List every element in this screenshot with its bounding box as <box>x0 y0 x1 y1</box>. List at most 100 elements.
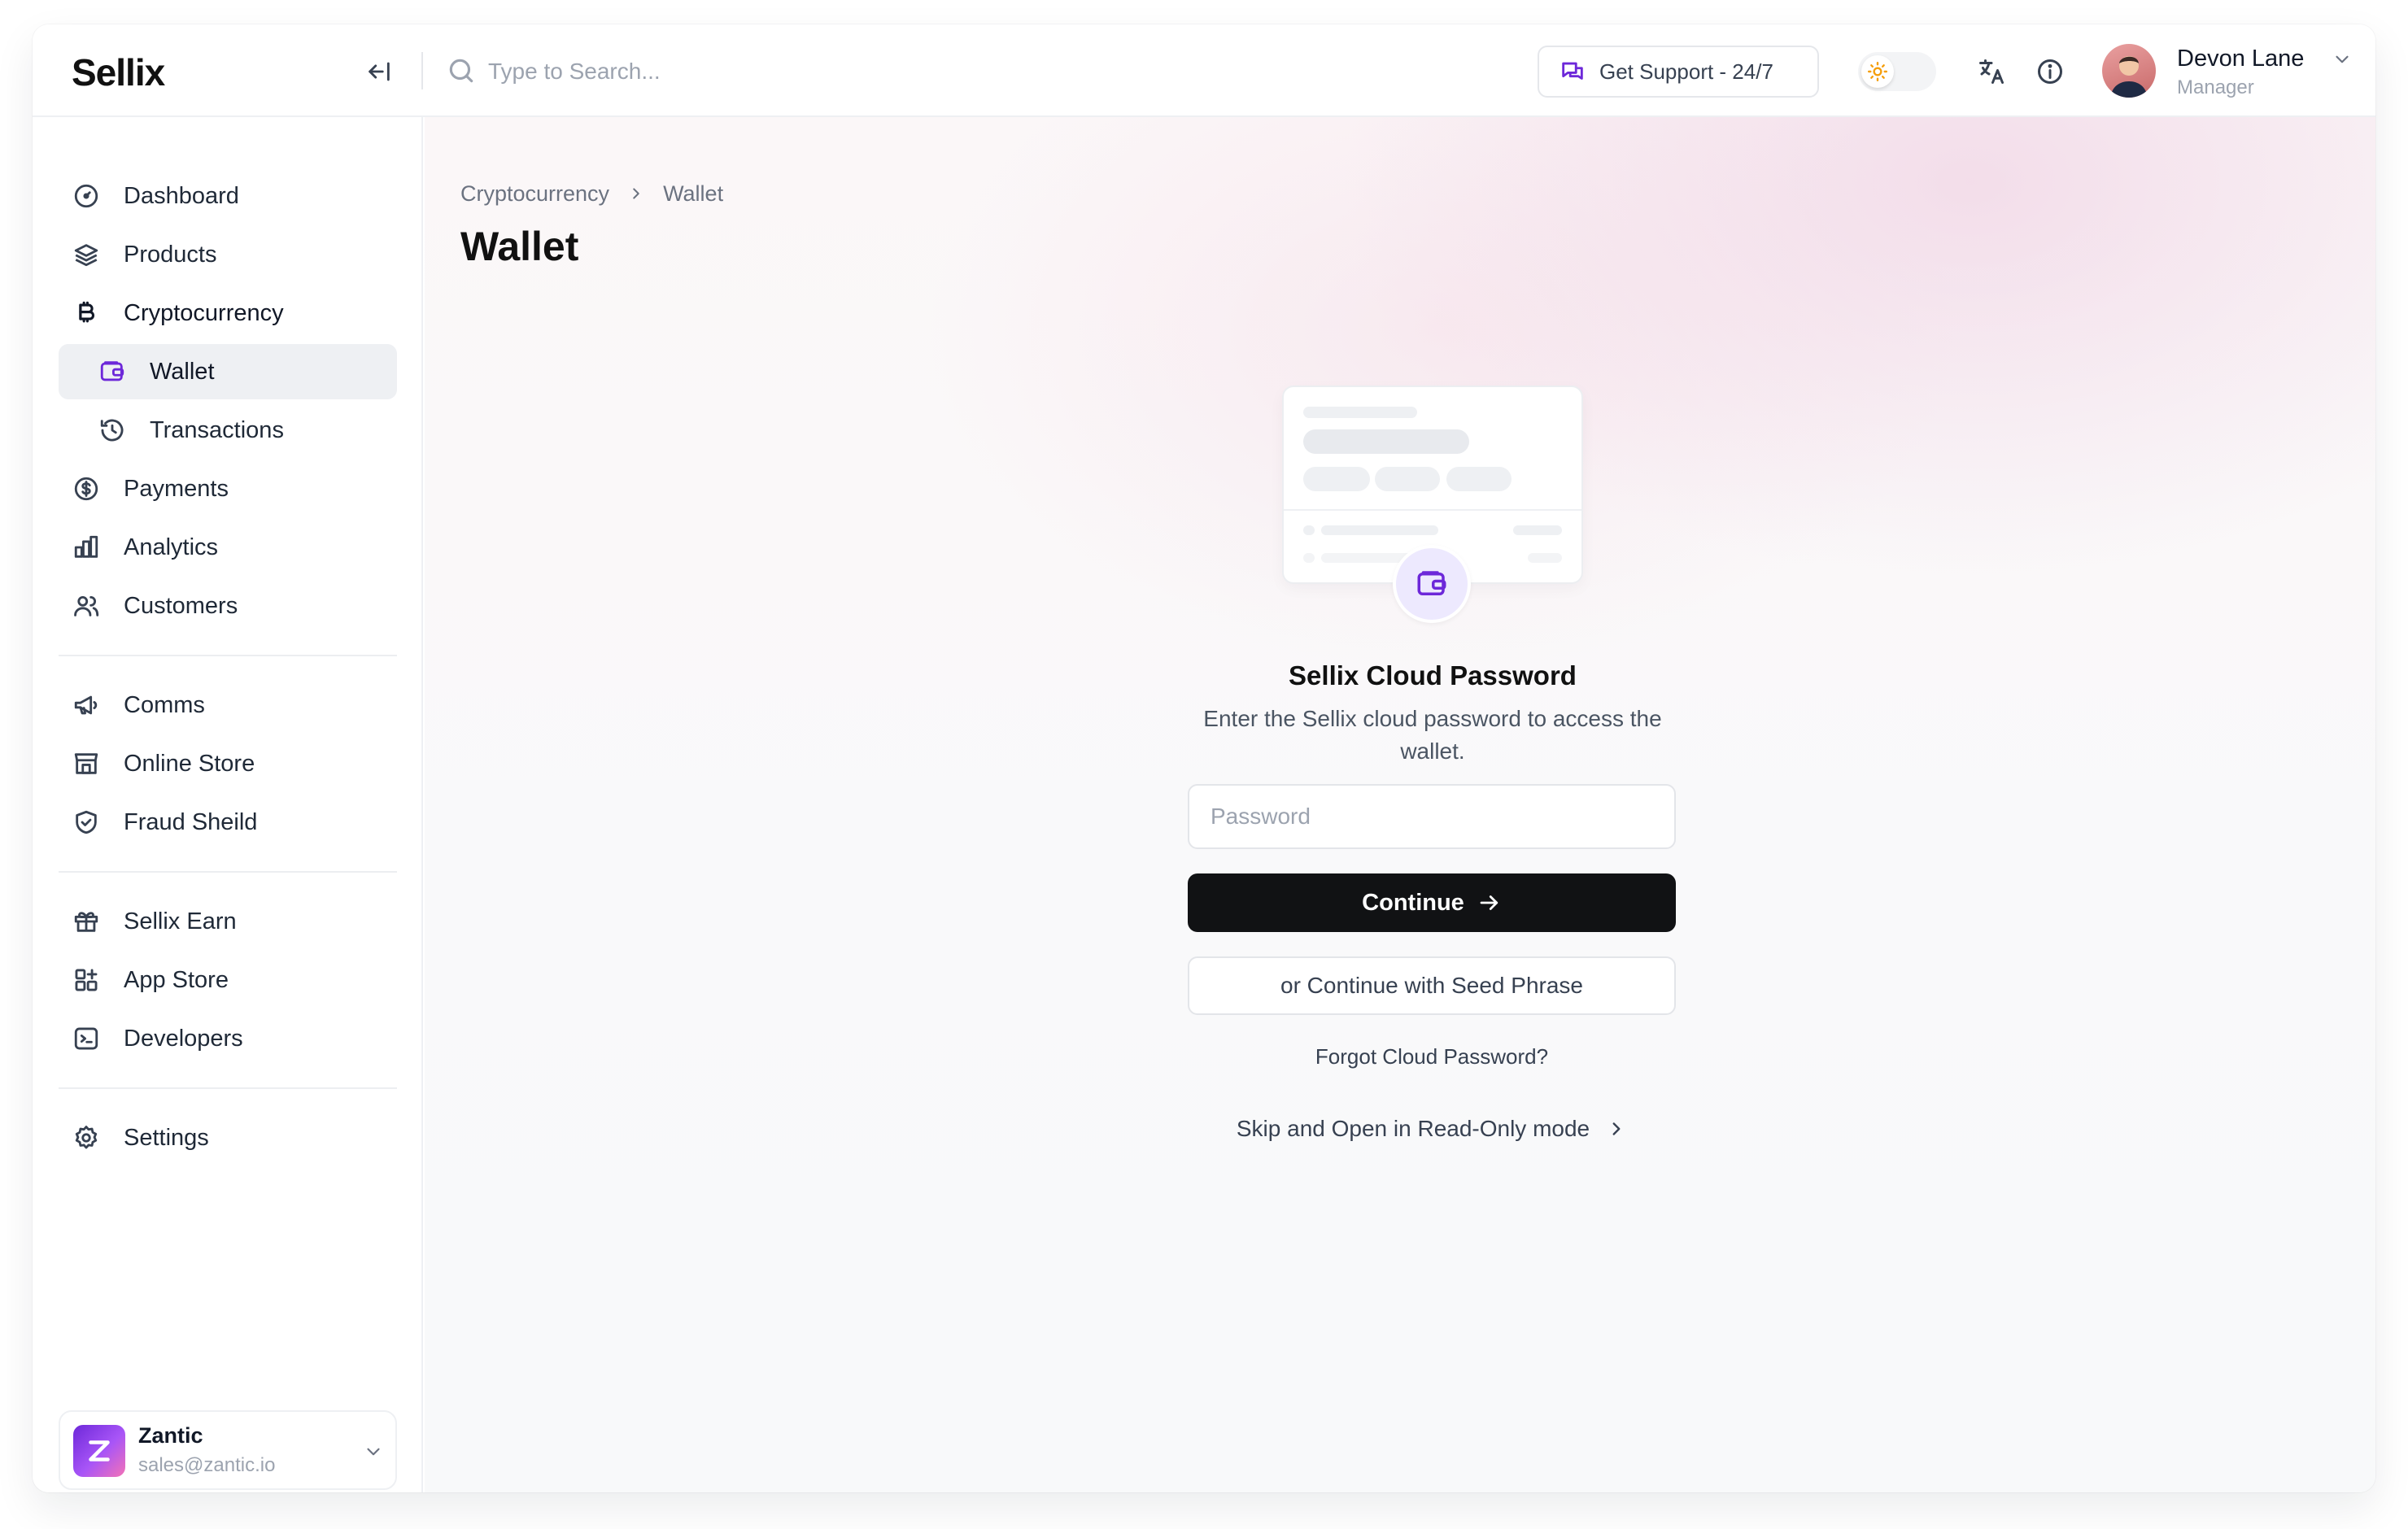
sun-icon <box>1867 61 1888 82</box>
sidebar: Dashboard Products Cryptocurrency Wallet <box>33 117 423 1492</box>
dollar-circle-icon <box>72 474 101 503</box>
header-divider <box>421 52 423 89</box>
sidebar-item-label: Dashboard <box>124 182 239 209</box>
sidebar-item-label: Cryptocurrency <box>124 299 284 326</box>
theme-toggle[interactable] <box>1858 52 1936 91</box>
sidebar-item-cryptocurrency[interactable]: Cryptocurrency <box>59 285 397 341</box>
wallet-badge <box>1393 545 1471 623</box>
skeleton-line <box>1513 525 1562 535</box>
sidebar-item-comms[interactable]: Comms <box>59 677 397 733</box>
sidebar-item-wallet[interactable]: Wallet <box>59 344 397 399</box>
chevron-down-icon <box>2332 49 2353 70</box>
sidebar-item-customers[interactable]: Customers <box>59 578 397 634</box>
skeleton-pill <box>1446 467 1512 491</box>
skip-label: Skip and Open in Read-Only mode <box>1236 1116 1590 1141</box>
gift-icon <box>72 907 101 936</box>
theme-knob <box>1861 55 1894 88</box>
skeleton-dot <box>1303 525 1315 535</box>
arrow-right-icon <box>1477 891 1502 915</box>
history-icon <box>98 416 127 445</box>
sidebar-divider <box>59 871 397 873</box>
sidebar-item-payments[interactable]: Payments <box>59 461 397 516</box>
skeleton-line <box>1303 407 1417 418</box>
sidebar-item-settings[interactable]: Settings <box>59 1110 397 1165</box>
page-title: Wallet <box>460 224 579 269</box>
sidebar-item-label: Comms <box>124 691 205 718</box>
collapse-sidebar-button[interactable] <box>361 54 397 89</box>
sidebar-item-label: Sellix Earn <box>124 908 237 934</box>
gear-icon <box>72 1123 101 1152</box>
sidebar-item-label: Payments <box>124 475 229 502</box>
sidebar-item-transactions[interactable]: Transactions <box>59 403 397 458</box>
chevron-down-icon <box>363 1441 384 1462</box>
sidebar-divider <box>59 655 397 656</box>
dashboard-icon <box>72 181 101 211</box>
store-email: sales@zantic.io <box>138 1454 276 1476</box>
sidebar-item-label: Wallet <box>150 358 215 385</box>
sidebar-item-label: Fraud Sheild <box>124 808 258 835</box>
chat-bubbles-icon <box>1562 62 1583 80</box>
main-content: Cryptocurrency Wallet Wallet Sellix Clou <box>425 117 2375 1492</box>
sidebar-item-label: Settings <box>124 1124 209 1151</box>
skeleton-pill <box>1303 467 1370 491</box>
user-photo-icon <box>2110 56 2148 98</box>
user-role: Manager <box>2177 76 2254 98</box>
breadcrumb: Cryptocurrency Wallet <box>460 179 723 208</box>
sellix-logo[interactable]: Sellix <box>72 50 165 94</box>
seed-phrase-button[interactable]: or Continue with Seed Phrase <box>1188 956 1676 1015</box>
chevron-right-icon <box>1606 1118 1627 1139</box>
skeleton-line <box>1321 525 1438 535</box>
sidebar-item-dashboard[interactable]: Dashboard <box>59 168 397 224</box>
continue-label: Continue <box>1362 889 1464 916</box>
translate-icon <box>1979 59 2004 84</box>
skeleton-divider <box>1284 509 1581 511</box>
breadcrumb-cryptocurrency[interactable]: Cryptocurrency <box>460 181 609 207</box>
continue-button[interactable]: Continue <box>1188 873 1676 932</box>
support-label: Get Support - 24/7 <box>1599 59 1773 84</box>
sidebar-item-label: Transactions <box>150 416 284 443</box>
store-switcher[interactable]: Zantic sales@zantic.io <box>59 1410 397 1490</box>
seed-phrase-label: or Continue with Seed Phrase <box>1280 973 1583 998</box>
sidebar-item-analytics[interactable]: Analytics <box>59 520 397 575</box>
apps-icon <box>72 965 101 995</box>
form-title: Sellix Cloud Password <box>1289 660 1577 690</box>
avatar <box>2102 44 2156 98</box>
shield-check-icon <box>72 808 101 837</box>
sidebar-item-label: Customers <box>124 592 238 619</box>
sidebar-item-fraud-shield[interactable]: Fraud Sheild <box>59 795 397 850</box>
user-menu[interactable]: Devon Lane Manager <box>2102 41 2354 102</box>
translate-button[interactable] <box>1974 54 2009 89</box>
bitcoin-icon <box>72 298 101 328</box>
app-window: Sellix Get Support - 24/7 <box>33 24 2375 1492</box>
breadcrumb-wallet: Wallet <box>663 181 724 206</box>
sidebar-divider <box>59 1087 397 1089</box>
sidebar-item-developers[interactable]: Developers <box>59 1011 397 1066</box>
sidebar-item-online-store[interactable]: Online Store <box>59 736 397 791</box>
sidebar-item-label: Developers <box>124 1025 243 1052</box>
search-icon <box>446 55 477 86</box>
skip-read-only-link[interactable]: Skip and Open in Read-Only mode <box>1188 1111 1676 1147</box>
skeleton-pill <box>1375 467 1440 491</box>
top-header: Sellix Get Support - 24/7 <box>33 24 2375 117</box>
zantic-logo-icon <box>73 1425 125 1477</box>
layers-icon <box>72 240 101 269</box>
store-name: Zantic <box>138 1423 203 1448</box>
wallet-icon <box>98 357 127 386</box>
info-icon <box>2038 59 2062 84</box>
terminal-icon <box>72 1024 101 1053</box>
info-button[interactable] <box>2032 54 2068 89</box>
users-icon <box>72 591 101 621</box>
store-icon <box>72 749 101 778</box>
sidebar-item-app-store[interactable]: App Store <box>59 952 397 1008</box>
sidebar-item-label: App Store <box>124 966 229 993</box>
sidebar-item-sellix-earn[interactable]: Sellix Earn <box>59 894 397 949</box>
megaphone-icon <box>72 690 101 720</box>
search-input[interactable] <box>488 49 1139 94</box>
password-input[interactable] <box>1188 784 1676 849</box>
get-support-button[interactable]: Get Support - 24/7 <box>1538 46 1819 98</box>
sidebar-item-products[interactable]: Products <box>59 227 397 282</box>
forgot-password-link[interactable]: Forgot Cloud Password? <box>1253 1044 1611 1069</box>
chevron-right-icon <box>627 185 645 203</box>
sidebar-item-label: Analytics <box>124 534 219 560</box>
skeleton-line <box>1303 429 1469 454</box>
